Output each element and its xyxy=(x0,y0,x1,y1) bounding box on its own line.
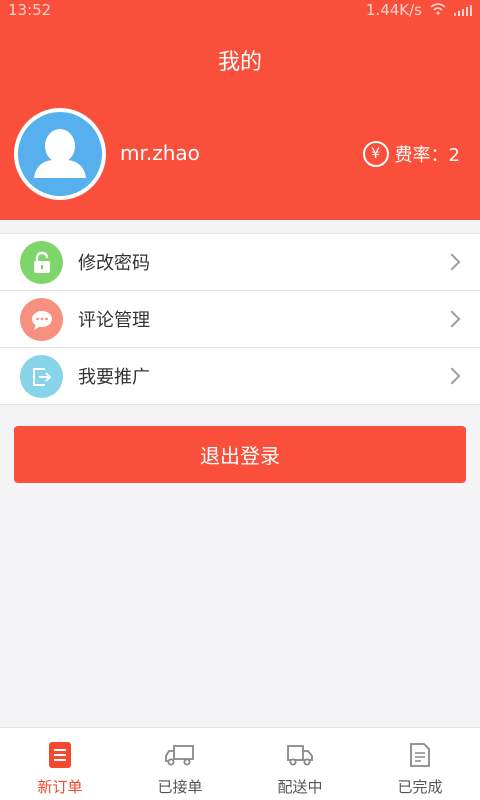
menu-item-change-password[interactable]: 修改密码 xyxy=(0,234,480,291)
chevron-right-icon xyxy=(443,253,461,271)
settings-menu: 修改密码 评论管理 我要推广 xyxy=(0,233,480,405)
truck-icon xyxy=(165,740,195,770)
network-speed: 1.44K/s xyxy=(365,1,422,19)
list-icon xyxy=(49,740,71,770)
rate-info: ¥ 费率：2 xyxy=(362,141,460,167)
tab-label: 配送中 xyxy=(277,778,323,796)
delivery-truck-icon xyxy=(286,740,314,770)
tab-label: 新订单 xyxy=(37,778,83,796)
tab-accepted-orders[interactable]: 已接单 xyxy=(120,728,240,800)
menu-item-label: 我要推广 xyxy=(78,367,150,388)
lock-icon xyxy=(20,241,63,284)
comment-icon xyxy=(20,298,63,341)
logout-button[interactable]: 退出登录 xyxy=(14,426,466,483)
status-indicators: 1.44K/s xyxy=(366,1,472,19)
menu-item-label: 评论管理 xyxy=(78,310,150,331)
tab-delivering[interactable]: 配送中 xyxy=(240,728,360,800)
bottom-tab-bar: 新订单 已接单 配送中 已完成 xyxy=(0,727,480,800)
page-title: 我的 xyxy=(217,50,262,75)
chevron-right-icon xyxy=(443,367,461,385)
profile-header: 13:52 1.44K/s 我的 mr.zhao ¥ 费率：2 xyxy=(0,0,480,220)
avatar[interactable] xyxy=(14,108,106,200)
status-bar: 13:52 1.44K/s xyxy=(0,0,480,22)
tab-label: 已完成 xyxy=(397,778,443,796)
signal-icon xyxy=(454,4,472,16)
chevron-right-icon xyxy=(443,310,461,328)
rate-label: 费率：2 xyxy=(394,145,460,166)
yen-icon: ¥ xyxy=(362,141,389,167)
wifi-icon xyxy=(430,1,446,19)
menu-item-label: 修改密码 xyxy=(78,253,150,274)
user-silhouette-icon xyxy=(18,112,102,196)
document-icon xyxy=(409,740,431,770)
menu-item-promote[interactable]: 我要推广 xyxy=(0,348,480,405)
share-icon xyxy=(20,355,63,398)
status-time: 13:52 xyxy=(8,1,52,19)
menu-item-comment-management[interactable]: 评论管理 xyxy=(0,291,480,348)
tab-completed[interactable]: 已完成 xyxy=(360,728,480,800)
tab-new-orders[interactable]: 新订单 xyxy=(0,728,120,800)
tab-label: 已接单 xyxy=(157,778,203,796)
username: mr.zhao xyxy=(120,141,200,165)
